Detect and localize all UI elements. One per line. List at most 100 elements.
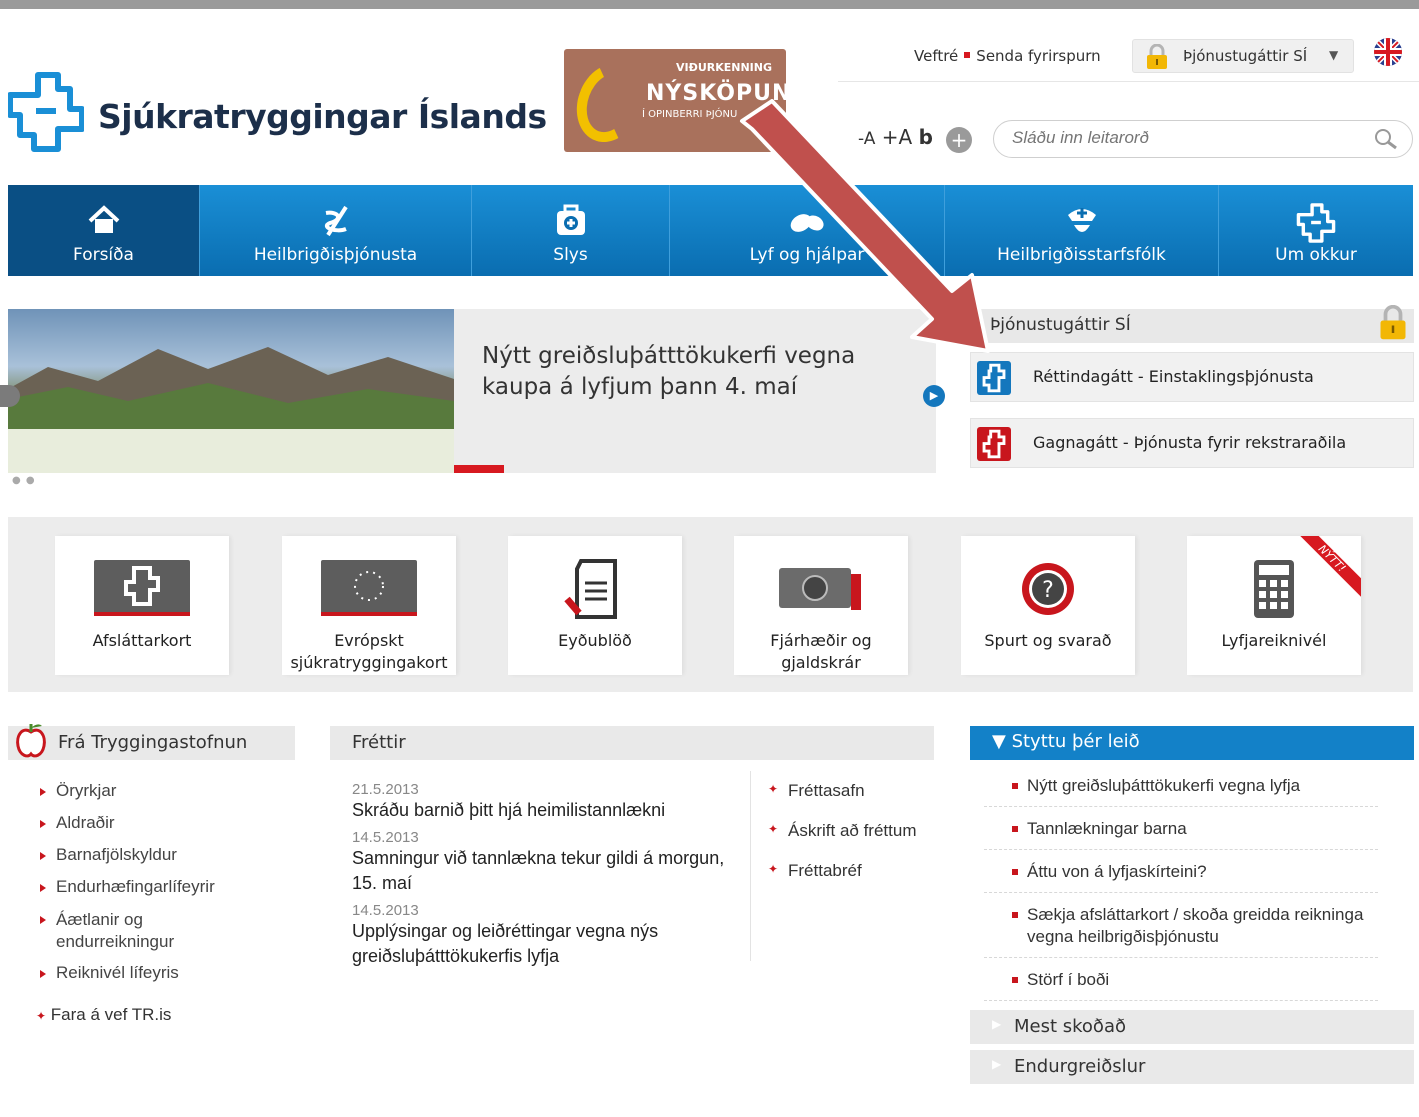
award-logo-icon xyxy=(566,54,652,152)
tr-header: Frá Tryggingastofnun xyxy=(8,724,295,760)
award-banner[interactable]: VIÐURKENNING NÝSKÖPUN Í OPINBERRI ÞJÓNU xyxy=(564,49,786,152)
logo-text[interactable]: Sjúkratryggingar Íslands xyxy=(98,97,547,136)
nav-item-lyf[interactable]: Lyf og hjálpar xyxy=(670,185,945,276)
quick-link-label: Fjárhæðir og gjaldskrár xyxy=(770,631,872,672)
search-icon[interactable] xyxy=(1374,128,1398,154)
apple-icon xyxy=(14,722,48,765)
font-smaller-button[interactable]: -A xyxy=(858,129,875,149)
shortcut-link[interactable]: Störf í boði xyxy=(984,967,1378,1001)
bold-button[interactable]: b xyxy=(919,125,933,149)
shortcut-link[interactable]: Áttu von á lyfjaskírteini? xyxy=(984,859,1378,893)
tr-link[interactable]: Endurhæfingarlífeyrir xyxy=(36,877,226,909)
chevron-right-icon: ▶ xyxy=(992,1017,1002,1031)
rettindagatt-icon xyxy=(977,361,1011,395)
portal-item-gagnagatt[interactable]: Gagnagátt - Þjónusta fyrir rekstraraðila xyxy=(970,418,1414,468)
firstaid-icon xyxy=(472,203,669,239)
font-larger-button[interactable]: +A xyxy=(882,125,912,149)
arrow-icon: ✦ xyxy=(36,1009,47,1023)
shortcut-link[interactable]: Nýtt greiðsluþátttökukerfi vegna lyfja xyxy=(984,773,1378,807)
quick-link-label: Spurt og svarað xyxy=(984,631,1112,650)
portal-item-label: Gagnagátt - Þjónusta fyrir rekstraraðila xyxy=(1033,433,1347,452)
quick-link-afslattarkort[interactable]: Afsláttarkort xyxy=(55,536,229,675)
nurse-icon xyxy=(945,203,1218,239)
portal-box-title: Þjónustugáttir SÍ xyxy=(990,315,1131,335)
separator xyxy=(964,52,971,58)
quick-link-eydublod[interactable]: Eyðublöð xyxy=(508,536,682,675)
newsletter-link[interactable]: Fréttabréf xyxy=(768,861,916,901)
slider-next-button[interactable]: ▶ xyxy=(923,385,945,407)
portal-box-header: Þjónustugáttir SÍ xyxy=(970,304,1414,343)
pills-icon xyxy=(670,203,944,239)
news-list: 21.5.2013 Skráðu barnið þitt hjá heimili… xyxy=(352,781,742,975)
award-line2: NÝSKÖPUN xyxy=(646,81,786,106)
news-archive-link[interactable]: Fréttasafn xyxy=(768,781,916,821)
news-headline[interactable]: Samningur við tannlækna tekur gildi á mo… xyxy=(352,846,742,896)
news-links: Fréttasafn Áskrift að fréttum Fréttabréf xyxy=(768,781,916,901)
tr-list: Öryrkjar Aldraðir Barnafjölskyldur Endur… xyxy=(36,781,226,1003)
nav-label: Slys xyxy=(553,245,588,265)
news-headline[interactable]: Skráðu barnið þitt hjá heimilistannlækni xyxy=(352,798,742,823)
shortcut-link[interactable]: Sækja afsláttarkort / skoða greidda reik… xyxy=(984,902,1378,958)
new-badge-label: NÝTT! xyxy=(1291,536,1361,602)
new-badge: NÝTT! xyxy=(1291,536,1361,606)
quick-link-label: Lyfjareiknivél xyxy=(1221,631,1327,650)
gagnagatt-icon xyxy=(977,427,1011,461)
tr-site-link-label: Fara á vef TR.is xyxy=(50,1005,172,1024)
tr-link[interactable]: Öryrkjar xyxy=(36,781,226,813)
lock-icon xyxy=(1378,304,1408,345)
slider-dots[interactable]: ● ● xyxy=(12,475,36,486)
slide-image xyxy=(8,309,454,473)
nav-label: Heilbrigðisþjónusta xyxy=(253,245,418,265)
divider xyxy=(750,771,751,961)
shortcuts-header[interactable]: ▼ Styttu þér leið xyxy=(970,726,1414,760)
portal-item-rettindagatt[interactable]: Réttindagátt - Einstaklingsþjónusta xyxy=(970,352,1414,402)
font-controls: -A +A b xyxy=(858,125,933,149)
money-icon xyxy=(734,558,908,620)
portal-dropdown[interactable]: Þjónustugáttir SÍ ▼ xyxy=(1132,39,1354,73)
news-subscribe-link[interactable]: Áskrift að fréttum xyxy=(768,821,916,861)
discount-card-icon xyxy=(55,558,229,620)
accordion-endurgreidslur[interactable]: ▶ Endurgreiðslur xyxy=(970,1050,1414,1084)
health-icon xyxy=(200,203,471,239)
tr-site-link[interactable]: ✦ Fara á vef TR.is xyxy=(36,1005,171,1025)
award-line1: VIÐURKENNING xyxy=(676,61,773,74)
logo-icon[interactable] xyxy=(7,71,85,153)
tr-link[interactable]: Áætlanir og endurreikningur xyxy=(36,909,226,963)
send-inquiry-link[interactable]: Senda fyrirspurn xyxy=(976,47,1100,65)
divider xyxy=(838,81,1419,82)
news-header: Fréttir xyxy=(330,726,934,760)
quick-link-label: Afsláttarkort xyxy=(92,631,192,650)
news-headline[interactable]: Upplýsingar og leiðréttingar vegna nýs g… xyxy=(352,919,742,969)
quick-link-spurt-og-svarad[interactable]: ? Spurt og svarað xyxy=(961,536,1135,675)
plus-icon[interactable]: + xyxy=(946,127,972,153)
shortcuts-title: ▼ Styttu þér leið xyxy=(992,731,1140,752)
tr-link[interactable]: Aldraðir xyxy=(36,813,226,845)
english-flag-icon[interactable] xyxy=(1374,38,1402,66)
shortcut-link[interactable]: Tannlækningar barna xyxy=(984,816,1378,850)
award-line3: Í OPINBERRI ÞJÓNU xyxy=(642,109,738,120)
tr-link[interactable]: Barnafjölskyldur xyxy=(36,845,226,877)
nav-item-heilbrigdisstarfsfolk[interactable]: Heilbrigðisstarfsfólk xyxy=(945,185,1219,276)
nav-item-heilbrigdisthjonusta[interactable]: Heilbrigðisþjónusta xyxy=(200,185,472,276)
tr-title: Frá Tryggingastofnun xyxy=(58,732,248,753)
quick-link-lyfjareiknivel[interactable]: Lyfjareiknivél NÝTT! xyxy=(1187,536,1361,675)
search-box xyxy=(993,120,1413,158)
quick-link-label: Eyðublöð xyxy=(558,631,632,650)
news-date: 14.5.2013 xyxy=(352,829,419,846)
nav-item-um-okkur[interactable]: Um okkur xyxy=(1219,185,1413,276)
nav-item-slys[interactable]: Slys xyxy=(472,185,670,276)
search-input[interactable] xyxy=(1012,128,1342,148)
nav-item-forsida[interactable]: Forsíða xyxy=(8,185,200,276)
accordion-mest-skodad[interactable]: ▶ Mest skoðað xyxy=(970,1010,1414,1044)
question-icon: ? xyxy=(961,558,1135,620)
lock-icon xyxy=(1145,43,1169,74)
logo-icon xyxy=(1219,203,1413,243)
slide-title[interactable]: Nýtt greiðsluþátttökukerfi vegna kaupa á… xyxy=(482,341,902,403)
quick-link-fjarhaedir[interactable]: Fjárhæðir og gjaldskrár xyxy=(734,536,908,675)
tr-link[interactable]: Reiknivél lífeyris xyxy=(36,963,226,1003)
news-slider[interactable]: Nýtt greiðsluþátttökukerfi vegna kaupa á… xyxy=(8,309,936,473)
quick-link-evropskt[interactable]: Evrópskt sjúkratryggingakort xyxy=(282,536,456,675)
main-nav: Forsíða Heilbrigðisþjónusta Slys Lyf og … xyxy=(8,185,1413,276)
sitemap-link[interactable]: Veftré xyxy=(914,47,958,65)
eu-card-icon xyxy=(282,558,456,620)
